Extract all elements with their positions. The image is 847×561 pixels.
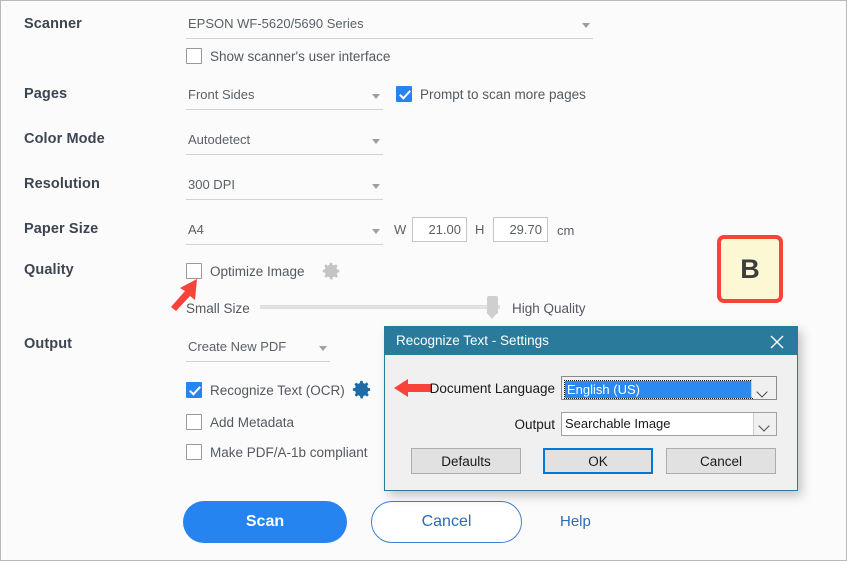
color-mode-dropdown-value: Autodetect bbox=[188, 132, 251, 147]
dialog-output-label: Output bbox=[514, 417, 555, 432]
recognize-text-settings-gear-icon[interactable] bbox=[350, 378, 373, 406]
resolution-dropdown-value: 300 DPI bbox=[188, 177, 235, 192]
dialog-output-dropdown[interactable]: Searchable Image bbox=[561, 412, 777, 436]
recognize-text-checkbox[interactable] bbox=[186, 382, 202, 398]
chevron-down-icon bbox=[372, 229, 380, 234]
add-metadata-checkbox[interactable] bbox=[186, 414, 202, 430]
resolution-dropdown[interactable]: 300 DPI bbox=[186, 174, 383, 200]
label-pages: Pages bbox=[24, 86, 68, 102]
scan-button[interactable]: Scan bbox=[183, 501, 347, 543]
chevron-down-icon bbox=[372, 139, 380, 144]
prompt-more-pages-checkbox[interactable] bbox=[396, 86, 412, 102]
recognize-text-settings-dialog: Recognize Text - Settings Document Langu… bbox=[384, 326, 798, 491]
make-pdfa-label: Make PDF/A-1b compliant bbox=[210, 445, 368, 460]
height-label: H bbox=[475, 222, 485, 237]
document-language-label: Document Language bbox=[429, 381, 555, 396]
height-value: 29.70 bbox=[509, 222, 542, 237]
chevron-down-icon bbox=[372, 184, 380, 189]
annotation-badge-b-label: B bbox=[740, 253, 760, 284]
dialog-defaults-button[interactable]: Defaults bbox=[411, 448, 521, 474]
width-input[interactable]: 21.00 bbox=[412, 217, 467, 242]
scan-settings-window: Scanner Pages Color Mode Resolution Pape… bbox=[0, 0, 847, 561]
chevron-down-icon bbox=[582, 23, 590, 28]
label-resolution: Resolution bbox=[24, 176, 100, 192]
slider-max-label: High Quality bbox=[512, 301, 586, 316]
quality-slider-thumb[interactable] bbox=[487, 296, 498, 319]
dialog-ok-button[interactable]: OK bbox=[543, 448, 653, 474]
help-link[interactable]: Help bbox=[560, 513, 591, 530]
chevron-down-icon bbox=[372, 94, 380, 99]
label-color-mode: Color Mode bbox=[24, 131, 105, 147]
height-input[interactable]: 29.70 bbox=[493, 217, 548, 242]
paper-size-dropdown[interactable]: A4 bbox=[186, 219, 383, 245]
show-scanner-ui-label: Show scanner's user interface bbox=[210, 49, 391, 64]
chevron-down-icon bbox=[751, 379, 774, 397]
quality-slider-track[interactable] bbox=[260, 305, 500, 309]
color-mode-dropdown[interactable]: Autodetect bbox=[186, 129, 383, 155]
document-language-value: English (US) bbox=[564, 380, 753, 399]
pages-dropdown[interactable]: Front Sides bbox=[186, 84, 383, 110]
annotation-arrow-up-right-icon bbox=[163, 277, 203, 318]
document-language-dropdown[interactable]: English (US) bbox=[561, 376, 777, 400]
label-output: Output bbox=[24, 336, 73, 352]
output-dropdown-value: Create New PDF bbox=[188, 339, 287, 354]
cancel-button[interactable]: Cancel bbox=[371, 501, 522, 543]
chevron-down-icon bbox=[319, 346, 327, 351]
dialog-cancel-button[interactable]: Cancel bbox=[666, 448, 776, 474]
close-icon[interactable] bbox=[757, 327, 797, 355]
make-pdfa-checkbox[interactable] bbox=[186, 444, 202, 460]
dialog-title: Recognize Text - Settings bbox=[396, 333, 549, 348]
width-label: W bbox=[394, 222, 407, 237]
output-dropdown[interactable]: Create New PDF bbox=[186, 336, 330, 362]
chevron-down-icon bbox=[753, 413, 776, 435]
prompt-more-pages-label: Prompt to scan more pages bbox=[420, 87, 586, 102]
paper-size-dropdown-value: A4 bbox=[188, 222, 204, 237]
dialog-titlebar: Recognize Text - Settings bbox=[385, 327, 797, 355]
add-metadata-label: Add Metadata bbox=[210, 415, 295, 430]
optimize-image-label: Optimize Image bbox=[210, 264, 305, 279]
dialog-output-value: Searchable Image bbox=[565, 416, 671, 431]
show-scanner-ui-checkbox[interactable] bbox=[186, 48, 202, 64]
label-scanner: Scanner bbox=[24, 16, 82, 32]
label-paper-size: Paper Size bbox=[24, 221, 99, 237]
width-value: 21.00 bbox=[428, 222, 461, 237]
unit-label: cm bbox=[557, 223, 575, 238]
recognize-text-label: Recognize Text (OCR) bbox=[210, 383, 345, 398]
annotation-badge-b: B bbox=[717, 235, 783, 303]
scanner-dropdown-value: EPSON WF-5620/5690 Series bbox=[188, 16, 364, 31]
pages-dropdown-value: Front Sides bbox=[188, 87, 255, 102]
scanner-dropdown[interactable]: EPSON WF-5620/5690 Series bbox=[186, 13, 593, 39]
label-quality: Quality bbox=[24, 262, 74, 278]
optimize-image-settings-gear-icon[interactable] bbox=[320, 260, 342, 287]
